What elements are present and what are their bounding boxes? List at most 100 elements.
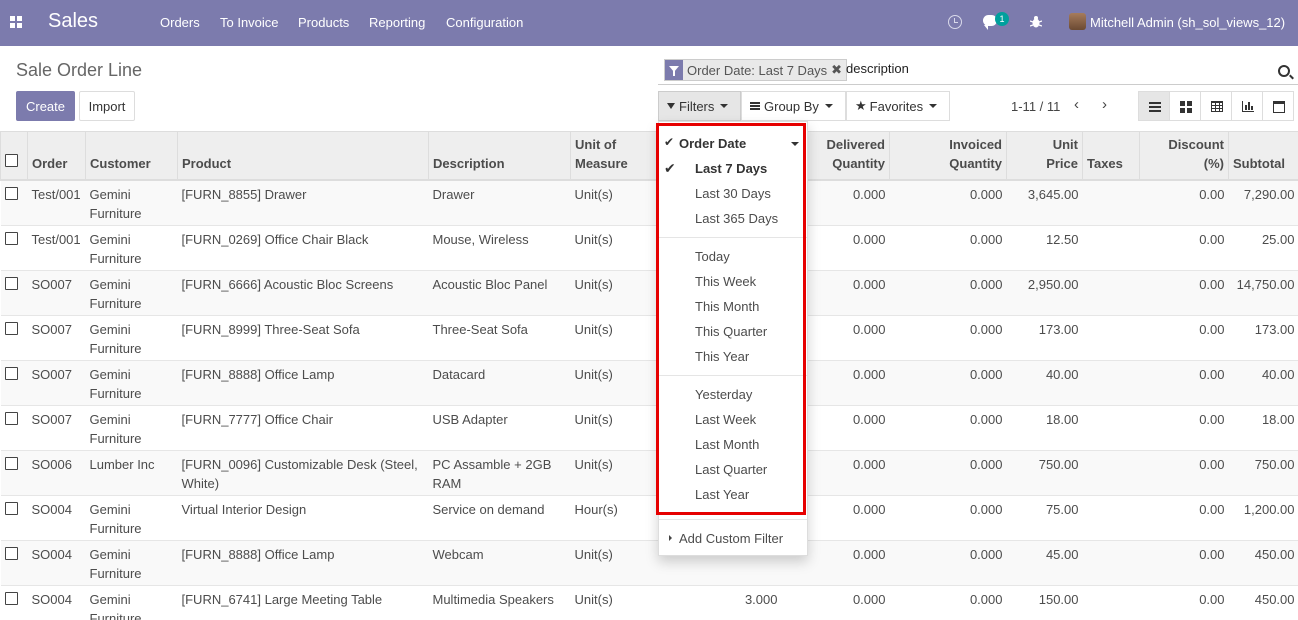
col-unit-price[interactable]: Unit Price: [1006, 132, 1083, 181]
row-select-cell[interactable]: [0, 449, 28, 495]
debug-bug-icon[interactable]: [1030, 15, 1042, 29]
option-last-30-days[interactable]: Last 30 Days: [695, 186, 771, 201]
filter-facet[interactable]: Order Date: Last 7 Days ✖: [664, 59, 848, 81]
row-checkbox[interactable]: [4, 591, 18, 605]
row-checkbox[interactable]: [4, 546, 18, 560]
row-checkbox[interactable]: [4, 411, 18, 425]
option-last-365-days[interactable]: Last 365 Days: [695, 211, 778, 226]
cell-customer: Gemini Furniture: [85, 494, 178, 540]
row-checkbox[interactable]: [4, 501, 18, 515]
row-checkbox[interactable]: [4, 276, 18, 290]
option-yesterday[interactable]: Yesterday: [695, 387, 752, 402]
col-subtotal[interactable]: Subtotal: [1228, 132, 1298, 181]
col-uom[interactable]: Unit of Measure: [570, 132, 657, 181]
col-invoiced[interactable]: Invoiced Quantity: [889, 132, 1007, 181]
col-taxes[interactable]: Taxes: [1082, 132, 1140, 181]
cell-customer: Gemini Furniture: [85, 539, 178, 585]
pager-value[interactable]: 1-11 / 11: [1011, 99, 1060, 114]
option-last-year[interactable]: Last Year: [695, 487, 749, 502]
list-view-icon[interactable]: [1138, 91, 1170, 121]
row-select-cell[interactable]: [0, 224, 28, 270]
select-all-checkbox[interactable]: [5, 154, 18, 167]
activity-clock-icon[interactable]: [948, 15, 962, 29]
table-row[interactable]: Test/001 Gemini Furniture [FURN_8855] Draw…: [0, 179, 1298, 225]
pivot-view-icon[interactable]: [1200, 91, 1232, 121]
favorites-dropdown-toggle[interactable]: ★ Favorites: [846, 91, 950, 121]
cell-discount: 0.00: [1139, 449, 1229, 495]
search-icon[interactable]: [1278, 65, 1290, 77]
kanban-view-icon[interactable]: [1169, 91, 1201, 121]
row-select-cell[interactable]: [0, 494, 28, 540]
row-select-cell[interactable]: [0, 314, 28, 360]
row-checkbox[interactable]: [4, 366, 18, 380]
table-row[interactable]: SO007 Gemini Furniture [FURN_7777] Office …: [0, 404, 1298, 450]
table-row[interactable]: SO004 Gemini Furniture Virtual Interior De…: [0, 494, 1298, 540]
option-last-quarter[interactable]: Last Quarter: [695, 462, 767, 477]
pager-previous-icon[interactable]: ‹: [1074, 96, 1079, 113]
option-this-month[interactable]: This Month: [695, 299, 759, 314]
cell-order: SO004: [27, 494, 86, 540]
row-select-cell[interactable]: [0, 359, 28, 405]
menu-configuration[interactable]: Configuration: [446, 15, 523, 30]
table-body: Test/001 Gemini Furniture [FURN_8855] Draw…: [0, 179, 1298, 620]
select-all-header[interactable]: [0, 132, 28, 181]
col-order[interactable]: Order: [27, 132, 86, 181]
option-last-month[interactable]: Last Month: [695, 437, 759, 452]
row-select-cell[interactable]: [0, 539, 28, 585]
star-icon: ★: [855, 98, 867, 113]
calendar-view-icon[interactable]: [1262, 91, 1294, 121]
option-this-week[interactable]: This Week: [695, 274, 756, 289]
cell-subtotal: 450.00: [1228, 539, 1298, 585]
row-select-cell[interactable]: [0, 179, 28, 225]
row-checkbox[interactable]: [4, 231, 18, 245]
order-date-group[interactable]: Order Date: [679, 136, 746, 151]
col-discount[interactable]: Discount (%): [1139, 132, 1229, 181]
option-today[interactable]: Today: [695, 249, 730, 264]
graph-view-icon[interactable]: [1231, 91, 1263, 121]
table-row[interactable]: SO007 Gemini Furniture [FURN_8888] Office …: [0, 359, 1298, 405]
row-checkbox[interactable]: [4, 321, 18, 335]
row-select-cell[interactable]: [0, 584, 28, 620]
col-description[interactable]: Description: [428, 132, 571, 181]
col-customer[interactable]: Customer: [85, 132, 178, 181]
cell-taxes: [1082, 404, 1140, 450]
app-brand[interactable]: Sales: [48, 10, 98, 33]
menu-orders[interactable]: Orders: [160, 15, 200, 30]
cell-order: SO006: [27, 449, 86, 495]
facet-close-icon[interactable]: ✖: [831, 60, 846, 80]
option-this-year[interactable]: This Year: [695, 349, 749, 364]
apps-grid-icon[interactable]: [10, 16, 23, 29]
table-row[interactable]: SO006 Lumber Inc [FURN_0096] Customizable …: [0, 449, 1298, 495]
user-avatar[interactable]: [1069, 13, 1086, 30]
groupby-dropdown-toggle[interactable]: Group By: [741, 91, 846, 121]
row-checkbox[interactable]: [4, 456, 18, 470]
cell-customer: Gemini Furniture: [85, 224, 178, 270]
row-select-cell[interactable]: [0, 404, 28, 450]
caret-down-icon: [824, 104, 833, 108]
user-menu[interactable]: Mitchell Admin (sh_sol_views_12): [1090, 15, 1285, 30]
table-row[interactable]: SO004 Gemini Furniture [FURN_8888] Office …: [0, 539, 1298, 585]
col-product[interactable]: Product: [177, 132, 429, 181]
table-row[interactable]: SO007 Gemini Furniture [FURN_6666] Acousti…: [0, 269, 1298, 315]
menu-to-invoice[interactable]: To Invoice: [220, 15, 279, 30]
option-this-quarter[interactable]: This Quarter: [695, 324, 767, 339]
table-row[interactable]: SO007 Gemini Furniture [FURN_8999] Three-S…: [0, 314, 1298, 360]
cell-description: USB Adapter: [428, 404, 571, 450]
import-button[interactable]: Import: [79, 91, 135, 121]
row-select-cell[interactable]: [0, 269, 28, 315]
option-last-7-days[interactable]: Last 7 Days: [695, 161, 767, 176]
table-row[interactable]: SO004 Gemini Furniture [FURN_6741] Large M…: [0, 584, 1298, 620]
add-custom-filter[interactable]: Add Custom Filter: [679, 531, 783, 546]
table-row[interactable]: Test/001 Gemini Furniture [FURN_0269] Offi…: [0, 224, 1298, 270]
menu-reporting[interactable]: Reporting: [369, 15, 425, 30]
cell-product: [FURN_8999] Three-Seat Sofa: [177, 314, 429, 360]
page-title: Sale Order Line: [16, 60, 143, 80]
filters-dropdown-toggle[interactable]: Filters: [658, 91, 741, 121]
cell-subtotal: 450.00: [1228, 584, 1298, 620]
create-button[interactable]: Create: [16, 91, 75, 121]
search-input[interactable]: [846, 61, 1266, 76]
row-checkbox[interactable]: [4, 187, 18, 200]
option-last-week[interactable]: Last Week: [695, 412, 756, 427]
pager-next-icon[interactable]: ›: [1102, 96, 1107, 113]
menu-products[interactable]: Products: [298, 15, 349, 30]
